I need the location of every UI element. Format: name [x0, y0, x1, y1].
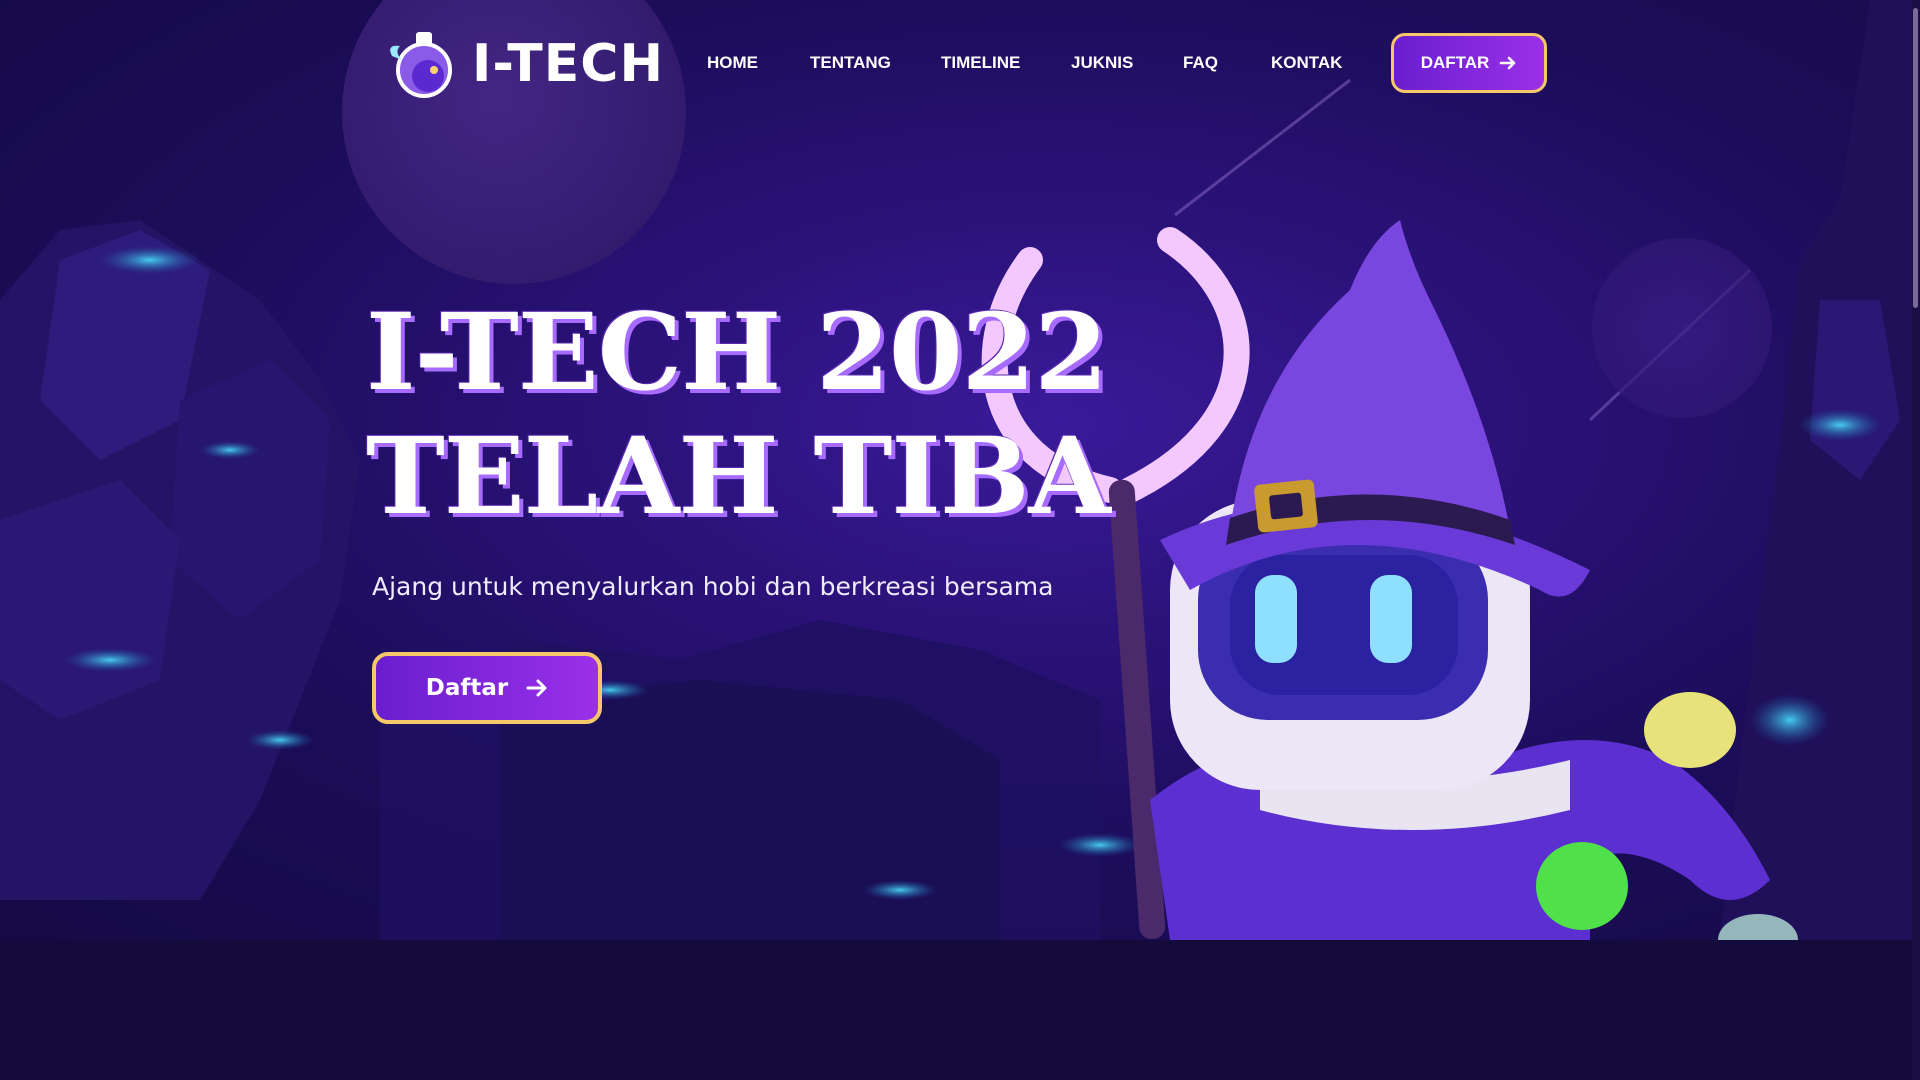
- hero-daftar-button[interactable]: Daftar: [372, 652, 602, 724]
- brand-name: I-TECH: [472, 34, 664, 94]
- potion-logo-icon: [390, 32, 452, 98]
- nav-kontak[interactable]: KONTAK: [1271, 53, 1342, 73]
- nav-faq[interactable]: FAQ: [1183, 53, 1218, 73]
- hero-subtitle: Ajang untuk menyalurkan hobi dan berkrea…: [372, 572, 1054, 601]
- nav-timeline[interactable]: TIMELINE: [941, 53, 1020, 73]
- top-navbar: I-TECH HOME TENTANG TIMELINE JUKNIS FAQ …: [0, 0, 1920, 125]
- nav-home[interactable]: HOME: [707, 53, 758, 73]
- hero-section: I-TECH HOME TENTANG TIMELINE JUKNIS FAQ …: [0, 0, 1920, 940]
- hero-title-line2: TELAH TIBA: [366, 413, 1111, 538]
- scrollbar-thumb[interactable]: [1913, 8, 1918, 308]
- brand-logo[interactable]: I-TECH: [384, 26, 664, 102]
- arrow-right-icon: [1500, 56, 1516, 70]
- nav-juknis[interactable]: JUKNIS: [1071, 53, 1133, 73]
- hero-title: I-TECH 2022 TELAH TIBA: [366, 289, 1111, 538]
- arrow-right-icon: [526, 679, 547, 697]
- next-section-background: [0, 940, 1920, 1080]
- hero-title-line1: I-TECH 2022: [366, 289, 1108, 414]
- nav-daftar-button[interactable]: DAFTAR: [1391, 33, 1547, 93]
- nav-tentang[interactable]: TENTANG: [810, 53, 891, 73]
- nav-daftar-label: DAFTAR: [1420, 53, 1490, 72]
- hero-daftar-label: Daftar: [425, 675, 509, 701]
